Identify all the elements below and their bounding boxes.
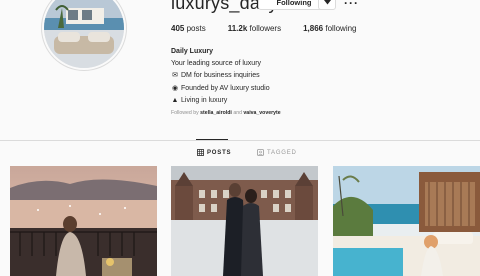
tab-tagged-label: TAGGED xyxy=(267,149,297,156)
bio-line: Your leading source of luxury xyxy=(171,58,270,70)
following-stat[interactable]: 1,866 following xyxy=(303,24,356,33)
globe-icon: ◉ xyxy=(171,84,179,92)
profile-full-name: Daily Luxury xyxy=(171,48,214,55)
bio-line-text: Living in luxury xyxy=(181,96,228,104)
bio-line: ✉ DM for business inquiries xyxy=(171,70,270,82)
following-count: 1,866 xyxy=(303,24,324,33)
post-photo-couple-museum xyxy=(171,166,318,276)
followed-by-prefix: Followed by xyxy=(171,110,199,116)
bio-line: ▲ Living in luxury xyxy=(171,95,270,107)
chevron-down-icon xyxy=(323,0,331,4)
following-label: following xyxy=(325,24,357,33)
post-thumbnail[interactable] xyxy=(10,166,157,276)
envelope-icon: ✉ xyxy=(172,72,178,80)
post-photo-harbor-sunset xyxy=(10,166,157,276)
bio-line-text: Founded by AV luxury studio xyxy=(181,84,270,92)
posts-stat: 405 posts xyxy=(171,24,206,33)
tab-tagged[interactable]: TAGGED xyxy=(257,149,297,156)
bio-line-text: Your leading source of luxury xyxy=(171,60,262,68)
tag-icon xyxy=(257,149,264,156)
followed-by-user[interactable]: stella_airoldi xyxy=(200,110,232,116)
more-options-button[interactable]: ··· xyxy=(344,0,359,10)
post-photo-pool-villa xyxy=(333,166,480,276)
profile-stats: 405 posts 11.2k followers 1,866 followin… xyxy=(171,24,379,33)
posts-label: posts xyxy=(186,24,206,33)
followers-label: followers xyxy=(249,24,282,33)
bio-line: ◉ Founded by AV luxury studio xyxy=(171,83,270,95)
grid-icon xyxy=(197,149,204,156)
tab-posts-label: POSTS xyxy=(207,149,232,156)
post-thumbnail[interactable] xyxy=(333,166,480,276)
profile-bio: Daily Luxury Your leading source of luxu… xyxy=(171,46,270,107)
posts-count: 405 xyxy=(171,24,185,33)
profile-avatar[interactable] xyxy=(44,0,124,68)
top-hat-icon: ▲ xyxy=(171,96,179,104)
followers-count: 11.2k xyxy=(227,24,248,33)
bio-line-text: DM for business inquiries xyxy=(181,72,260,80)
dropdown-button[interactable] xyxy=(318,0,336,10)
followed-by-user[interactable]: vaiva_voveryte xyxy=(243,110,280,116)
followed-by-conjunction: and xyxy=(233,110,242,116)
active-tab-indicator xyxy=(196,139,228,140)
tabs-divider xyxy=(0,140,480,141)
avatar-photo xyxy=(44,0,124,68)
followers-stat[interactable]: 11.2k followers xyxy=(228,24,281,33)
post-thumbnail[interactable] xyxy=(171,166,318,276)
followed-by[interactable]: Followed by stella_airoldi and vaiva_vov… xyxy=(171,110,281,116)
tab-posts[interactable]: POSTS xyxy=(197,149,231,156)
